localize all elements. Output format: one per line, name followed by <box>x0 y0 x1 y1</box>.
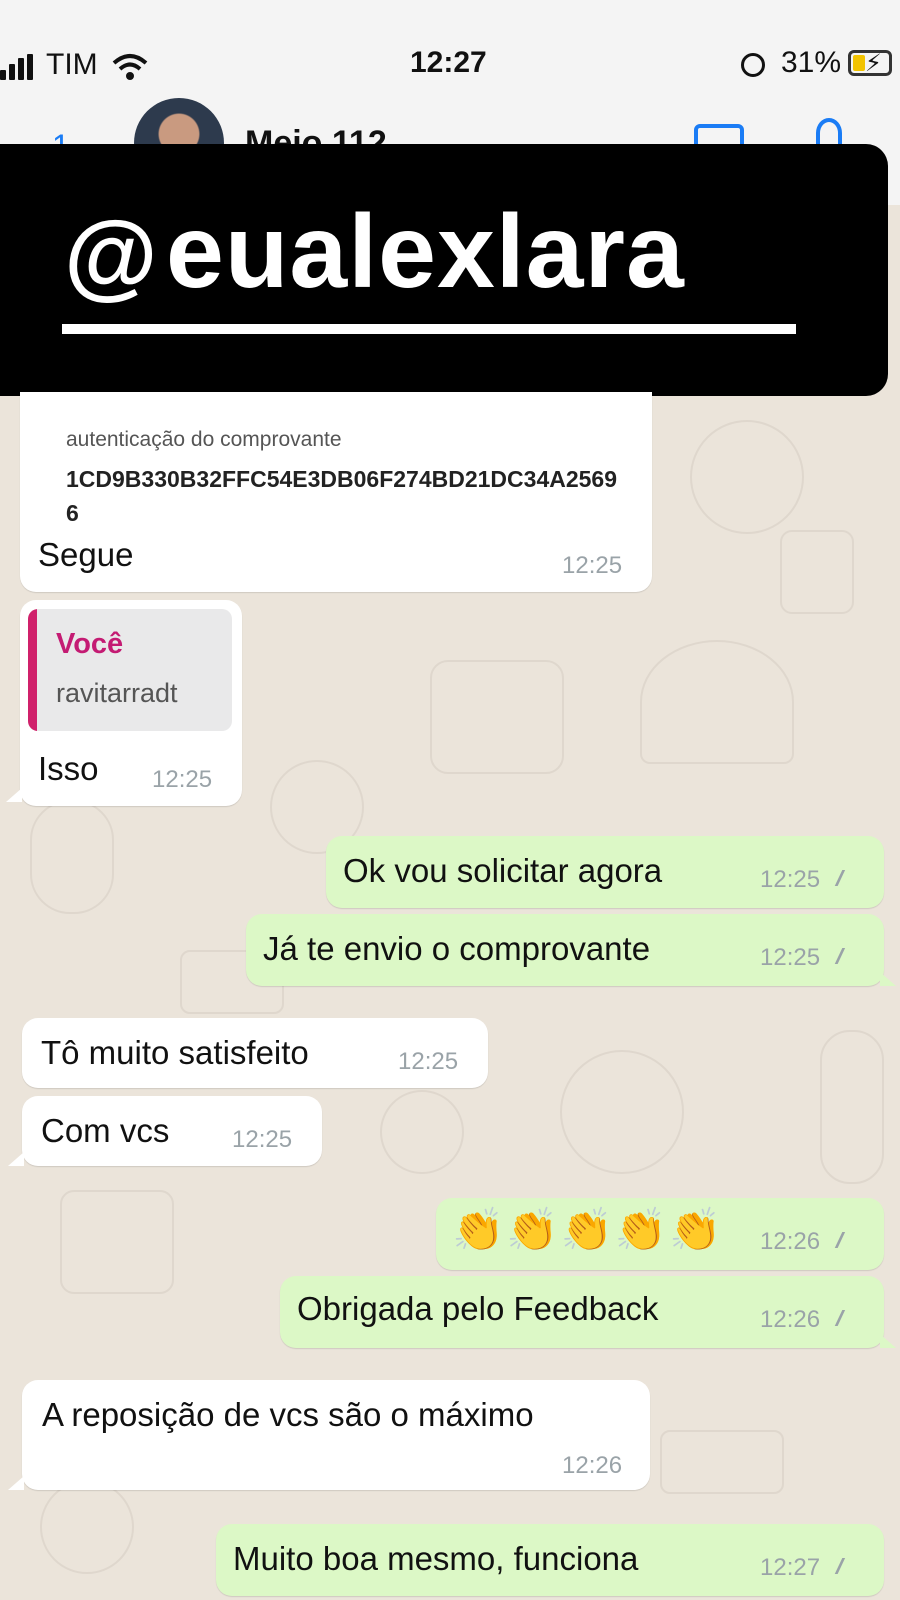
bubble-tail <box>6 788 22 802</box>
quote-accent-bar <box>28 609 37 731</box>
overlay-handle: eualexlara <box>166 194 685 310</box>
message-time: 12:25 <box>760 866 821 893</box>
message-text: Ok vou solicitar agora <box>343 852 663 889</box>
quote-author: Você <box>56 628 124 660</box>
double-check-icon: // <box>836 1228 844 1253</box>
bubble-tail <box>880 1334 896 1348</box>
message-text: Segue <box>38 536 134 573</box>
message-time: 12:25 <box>398 1048 459 1075</box>
message-time: 12:25 <box>232 1126 293 1153</box>
carrier-name: TIM <box>46 48 98 81</box>
handle-underline <box>62 324 796 334</box>
bubble-tail <box>8 1476 24 1490</box>
message-text: Já te envio o comprovante <box>263 930 651 967</box>
message-time: 12:25 <box>760 944 821 971</box>
orientation-lock-icon <box>741 53 765 77</box>
signal-icon <box>0 54 40 80</box>
double-check-icon: // <box>836 866 844 891</box>
message-time: 12:26 <box>760 1306 821 1333</box>
message-time: 12:26 <box>760 1228 821 1255</box>
message-text: Obrigada pelo Feedback <box>297 1290 659 1327</box>
double-check-icon: // <box>836 1554 844 1579</box>
message-time: 12:25 <box>152 766 213 793</box>
message-text: A reposição de vcs são o máximo <box>42 1396 534 1433</box>
message-time: 12:26 <box>562 1452 623 1479</box>
wifi-icon <box>112 54 148 80</box>
message-text: Isso <box>38 750 99 787</box>
battery-percent: 31% <box>781 46 842 79</box>
message-text: Tô muito satisfeito <box>41 1034 309 1071</box>
double-check-icon: // <box>836 1306 844 1331</box>
double-check-icon: // <box>836 944 844 969</box>
auth-label: autenticação do comprovante <box>66 428 342 451</box>
message-time: 12:25 <box>562 552 623 579</box>
bubble-tail <box>880 972 896 986</box>
quote-text: ravitarradt <box>56 678 178 708</box>
clapping-hands-emoji: 👏👏👏👏👏 <box>452 1206 724 1253</box>
battery-icon: ⚡ <box>848 50 892 77</box>
status-time: 12:27 <box>410 46 487 79</box>
message-text: Com vcs <box>41 1112 170 1149</box>
auth-code: 1CD9B330B32FFC54E3DB06F274BD21DC34A25696 <box>66 466 618 526</box>
message-time: 12:27 <box>760 1554 821 1581</box>
threads-logo-icon: @ <box>64 202 158 309</box>
bubble-tail <box>8 1152 24 1166</box>
message-text: Muito boa mesmo, funciona <box>233 1540 639 1577</box>
